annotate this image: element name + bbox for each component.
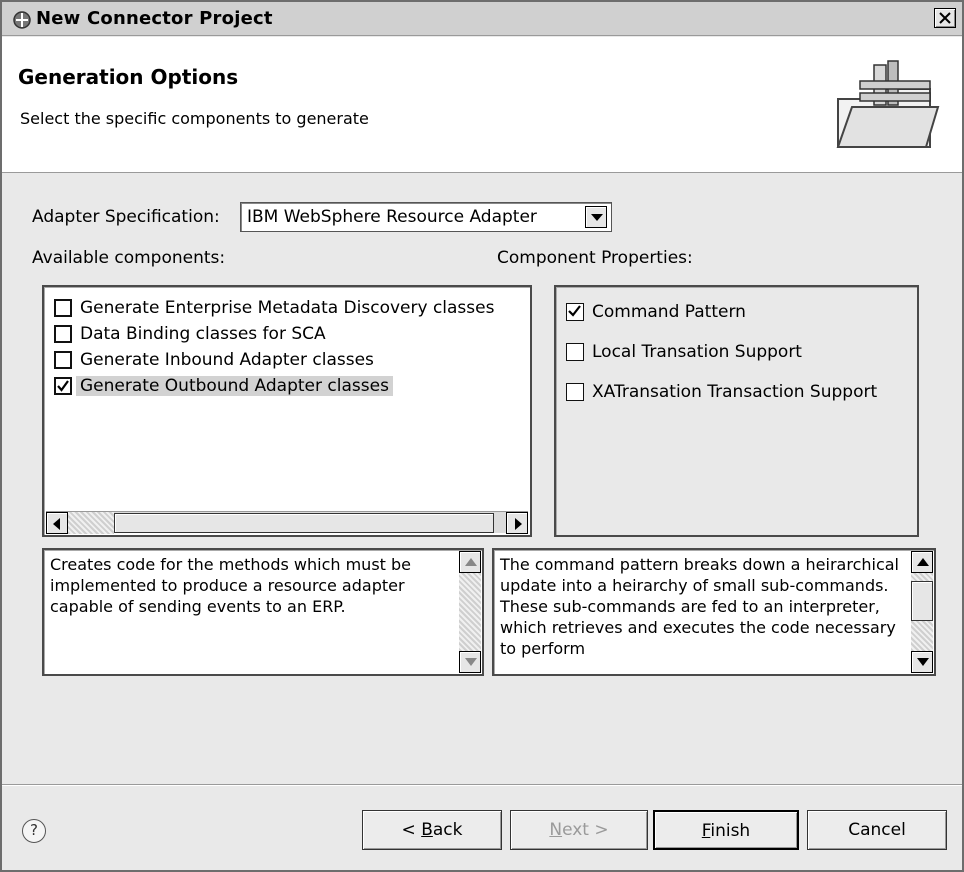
arrow-up-icon xyxy=(465,558,477,566)
help-icon[interactable]: ? xyxy=(22,819,46,843)
window-title: New Connector Project xyxy=(36,8,273,29)
list-item[interactable]: Generate Outbound Adapter classes xyxy=(54,373,393,399)
finish-rest: inish xyxy=(710,821,751,841)
horizontal-scrollbar[interactable] xyxy=(46,511,528,534)
scroll-track[interactable] xyxy=(68,512,114,534)
folder-connector-icon xyxy=(836,60,940,148)
wizard-header: Generation Options Select the specific c… xyxy=(2,37,962,173)
list-item[interactable]: Local Transation Support xyxy=(566,339,802,365)
adapter-spec-label: Adapter Specification: xyxy=(32,207,220,227)
back-prefix: < xyxy=(401,820,422,840)
scroll-down-button[interactable] xyxy=(459,651,481,673)
scroll-up-button[interactable] xyxy=(459,551,481,573)
close-button[interactable] xyxy=(934,8,956,28)
arrow-up-icon xyxy=(917,558,929,566)
next-rest: ext > xyxy=(562,820,609,840)
list-item-label: Generate Enterprise Metadata Discovery c… xyxy=(80,298,495,318)
properties-list[interactable]: Command Pattern Local Transation Support… xyxy=(554,285,919,537)
component-description: Creates code for the methods which must … xyxy=(50,555,412,616)
dropdown-button[interactable] xyxy=(585,206,607,228)
title-bar[interactable]: New Connector Project xyxy=(2,2,962,36)
list-item-label: Generate Outbound Adapter classes xyxy=(76,376,393,396)
list-item-label: Generate Inbound Adapter classes xyxy=(80,350,374,370)
checkbox-checked[interactable] xyxy=(54,377,72,395)
arrow-down-icon xyxy=(465,658,477,666)
checkbox-checked[interactable] xyxy=(566,303,584,321)
chevron-down-icon xyxy=(591,214,603,221)
next-button[interactable]: Next > xyxy=(510,810,648,850)
back-rest: ack xyxy=(432,820,463,840)
vertical-scrollbar[interactable] xyxy=(459,551,481,673)
finish-button[interactable]: Finish xyxy=(653,810,799,850)
property-description: The command pattern breaks down a heirar… xyxy=(500,555,899,658)
checkmark-icon xyxy=(568,305,581,317)
connector-app-icon xyxy=(13,11,31,29)
scroll-left-button[interactable] xyxy=(46,512,68,534)
arrow-right-icon xyxy=(515,518,522,530)
list-item-label: Command Pattern xyxy=(592,302,746,322)
list-item[interactable]: Generate Enterprise Metadata Discovery c… xyxy=(54,295,494,321)
page-title: Generation Options xyxy=(18,65,239,89)
list-item-label: Local Transation Support xyxy=(592,342,802,362)
list-item[interactable]: Data Binding classes for SCA xyxy=(54,321,326,347)
checkmark-icon xyxy=(57,380,69,392)
back-mnemonic: B xyxy=(421,820,433,840)
arrow-down-icon xyxy=(917,658,929,666)
close-icon xyxy=(939,12,951,24)
footer-separator xyxy=(2,784,962,786)
back-button[interactable]: < Back xyxy=(362,810,502,850)
list-item[interactable]: Command Pattern xyxy=(566,299,746,325)
scroll-down-button[interactable] xyxy=(911,651,933,673)
component-description-box[interactable]: Creates code for the methods which must … xyxy=(42,548,484,676)
vertical-scrollbar[interactable] xyxy=(911,551,933,673)
adapter-spec-value: IBM WebSphere Resource Adapter xyxy=(247,207,537,227)
checkbox[interactable] xyxy=(54,325,72,343)
next-mnemonic: N xyxy=(549,820,563,840)
available-components-label: Available components: xyxy=(32,248,226,268)
list-item[interactable]: XATransation Transaction Support xyxy=(566,379,877,405)
checkbox[interactable] xyxy=(54,299,72,317)
checkbox[interactable] xyxy=(566,383,584,401)
scroll-thumb[interactable] xyxy=(114,513,494,533)
scroll-up-button[interactable] xyxy=(911,551,933,573)
new-connector-project-dialog: New Connector Project Generation Options… xyxy=(0,0,964,872)
arrow-left-icon xyxy=(53,518,60,530)
adapter-spec-select[interactable]: IBM WebSphere Resource Adapter xyxy=(240,202,612,232)
list-item[interactable]: Generate Inbound Adapter classes xyxy=(54,347,374,373)
list-item-label: Data Binding classes for SCA xyxy=(80,324,326,344)
component-properties-label: Component Properties: xyxy=(497,248,693,268)
property-description-box[interactable]: The command pattern breaks down a heirar… xyxy=(492,548,936,676)
list-item-label: XATransation Transaction Support xyxy=(592,382,878,402)
checkbox[interactable] xyxy=(566,343,584,361)
cancel-button[interactable]: Cancel xyxy=(807,810,947,850)
scroll-thumb[interactable] xyxy=(911,581,933,621)
page-description: Select the specific components to genera… xyxy=(20,109,369,128)
components-list[interactable]: Generate Enterprise Metadata Discovery c… xyxy=(42,285,532,537)
scroll-right-button[interactable] xyxy=(506,512,528,534)
checkbox[interactable] xyxy=(54,351,72,369)
